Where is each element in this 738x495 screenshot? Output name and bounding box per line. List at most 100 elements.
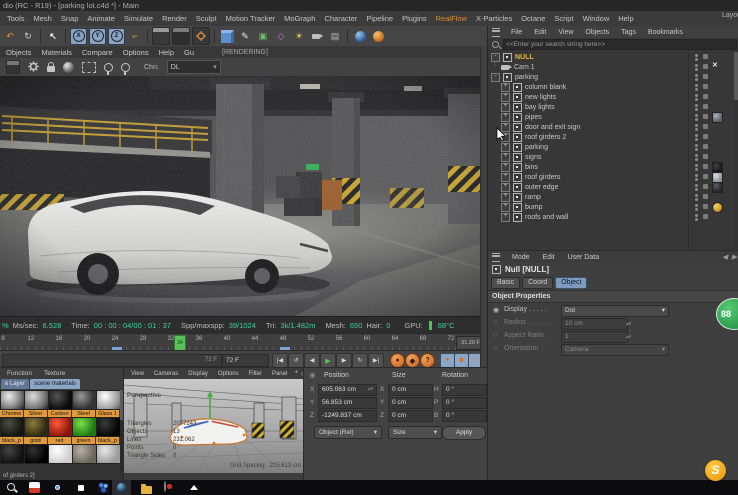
lock-resolution-icon[interactable] [47, 62, 55, 72]
previous-frame-button[interactable]: ◀ [304, 353, 320, 368]
material-swatch[interactable] [48, 444, 73, 470]
object-search-input[interactable] [503, 39, 737, 50]
menu-texture[interactable]: Texture [41, 370, 68, 377]
select-cursor-icon[interactable]: ↖ [45, 28, 61, 44]
size-mode-dropdown[interactable]: Size ▾ [388, 426, 442, 439]
material-swatch[interactable]: Silver [24, 390, 49, 418]
material-swatch[interactable]: Chrome [0, 390, 25, 418]
radio-icon[interactable]: ○ [493, 345, 497, 352]
key-scale-toggle[interactable]: ■ [454, 353, 469, 368]
tab-scene-materials[interactable]: scene materials [30, 379, 81, 389]
rotation-h-field[interactable]: 0 ° [442, 384, 487, 396]
material-swatch[interactable]: Carbon [48, 390, 73, 418]
expand-toggle[interactable]: + [501, 182, 510, 192]
expand-toggle[interactable]: - [491, 52, 500, 62]
enable-toggle[interactable] [703, 84, 708, 89]
visibility-dots[interactable] [695, 83, 698, 92]
expand-toggle[interactable]: + [501, 92, 510, 102]
key-position-toggle[interactable]: + [440, 353, 455, 368]
undo-icon[interactable]: ↶ [2, 28, 18, 44]
lv-menu-help[interactable]: Help [156, 48, 177, 57]
visibility-dots[interactable] [695, 193, 698, 202]
menu-snap[interactable]: Snap [58, 14, 82, 23]
material-swatch[interactable]: red [48, 417, 73, 445]
enable-toggle[interactable] [703, 54, 708, 59]
render-target-icon[interactable] [6, 60, 20, 74]
position-y-field[interactable]: 56.853 cm [318, 397, 377, 409]
object-row-null[interactable]: - NULL [488, 52, 738, 62]
octane-liveviewer-icon[interactable] [352, 28, 368, 44]
add-cube-icon[interactable] [219, 28, 235, 44]
menu-tools[interactable]: Tools [4, 14, 28, 23]
expand-toggle[interactable]: + [501, 202, 510, 212]
history-back-icon[interactable]: ◀ [722, 253, 727, 261]
keyframe-selection-button[interactable]: ? [420, 353, 435, 368]
menu-function[interactable]: Function [4, 370, 35, 377]
expand-toggle[interactable]: + [501, 142, 510, 152]
file-explorer-icon[interactable] [141, 482, 152, 494]
tab-coord[interactable]: Coord [522, 277, 554, 289]
lv-menu-options[interactable]: Options [120, 48, 152, 57]
om-menu-view[interactable]: View [555, 29, 576, 36]
enable-toggle[interactable] [703, 94, 708, 99]
vp-menu-view[interactable]: View [128, 371, 147, 377]
enable-toggle[interactable] [703, 194, 708, 199]
pan-view-icon[interactable]: + [294, 370, 298, 377]
material-swatch[interactable] [0, 444, 25, 470]
lv-menu-compare[interactable]: Compare [79, 48, 116, 57]
layout-selector[interactable]: Layout [722, 12, 738, 19]
object-row-parking[interactable]: - parking [488, 72, 738, 82]
size-y-field[interactable]: 0 cm [388, 397, 433, 409]
object-row-pipes[interactable]: + pipes [488, 112, 738, 123]
object-row-roof-girders-2[interactable]: + roof girders 2 [488, 132, 738, 142]
orientation-dropdown[interactable]: Camera ▾ [561, 344, 669, 356]
panel-menu-icon[interactable] [492, 252, 500, 262]
material-swatch[interactable]: black_p [0, 417, 25, 445]
menu-character[interactable]: Character [321, 14, 360, 23]
expand-toggle[interactable]: - [491, 72, 500, 82]
visibility-dots[interactable] [695, 133, 698, 142]
coordinate-system-icon[interactable]: ⌐ [127, 28, 143, 44]
menu-plugins[interactable]: Plugins [399, 14, 430, 23]
channel-dropdown[interactable]: DL ▾ [166, 60, 221, 74]
enable-toggle[interactable] [703, 204, 708, 209]
object-row-bump[interactable]: + bump [488, 202, 738, 213]
vp-menu-options[interactable]: Options [215, 371, 242, 377]
enable-toggle[interactable] [703, 64, 708, 69]
octane-render-viewport[interactable] [0, 76, 480, 316]
visibility-dots[interactable] [695, 93, 698, 102]
apply-button[interactable]: Apply [442, 426, 486, 440]
rotation-b-field[interactable]: 0 ° [442, 410, 487, 422]
tab-layer[interactable]: e Layer [1, 379, 30, 389]
radio-icon[interactable]: ◉ [493, 306, 499, 314]
enable-toggle[interactable] [703, 114, 708, 119]
visibility-dots[interactable] [695, 153, 698, 162]
expand-toggle[interactable]: + [501, 162, 510, 172]
goto-end-button[interactable]: ▶| [368, 353, 384, 368]
visibility-dots[interactable] [695, 73, 698, 82]
menu-render[interactable]: Render [159, 14, 190, 23]
visibility-dots[interactable] [695, 213, 698, 222]
history-forward-icon[interactable]: ▶ [732, 253, 737, 261]
axis-x-toggle[interactable]: X [70, 27, 87, 45]
menu-xparticles[interactable]: X-Particles [473, 14, 515, 23]
expand-toggle[interactable]: + [501, 212, 510, 222]
object-properties-header[interactable]: Object Properties [488, 290, 738, 303]
aspect-ratio-field[interactable]: 1 [561, 331, 628, 343]
visibility-dots[interactable] [695, 53, 698, 62]
enable-toggle[interactable] [703, 104, 708, 109]
object-row-new-lights[interactable]: + new lights [488, 92, 738, 102]
object-row-column-blank[interactable]: + column blank [488, 82, 738, 92]
loop-button[interactable]: ↻ [352, 353, 368, 368]
enable-toggle[interactable] [703, 174, 708, 179]
position-z-field[interactable]: -1249.837 cm [318, 410, 377, 422]
material-swatch[interactable] [96, 444, 120, 470]
visibility-dots[interactable] [695, 203, 698, 212]
am-menu-edit[interactable]: Edit [540, 254, 558, 261]
cinema4d-taskbar-icon[interactable] [116, 482, 127, 493]
mograph-object-icon[interactable]: ▣ [255, 28, 271, 44]
render-region-icon[interactable] [172, 27, 190, 45]
object-list-scrollbar[interactable] [734, 50, 738, 250]
object-row-roof-girders[interactable]: + roof girders [488, 172, 738, 183]
enable-toggle[interactable] [703, 124, 708, 129]
